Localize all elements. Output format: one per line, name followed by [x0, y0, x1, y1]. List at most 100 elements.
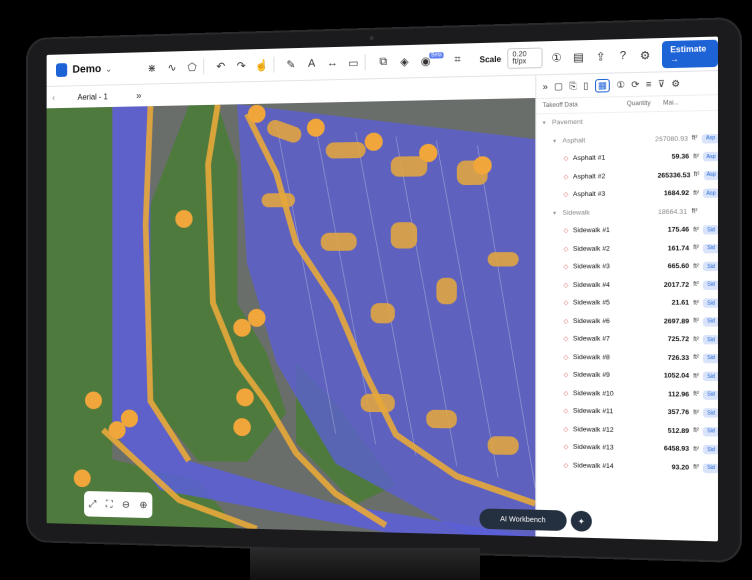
row-quantity: 265336.53 — [657, 171, 691, 180]
row-tag[interactable]: Sid — [703, 390, 718, 400]
link-icon[interactable]: ⎘ — [569, 80, 577, 92]
ai-sparkle-icon[interactable]: ✦ — [570, 510, 592, 532]
row-tag[interactable]: Sid — [703, 463, 718, 474]
undo-icon[interactable]: ↶ — [214, 57, 229, 75]
takeoff-item-row[interactable]: ◇ Sidewalk #10 112.96 ft² Sid — [536, 384, 718, 404]
takeoff-item-row[interactable]: ◇ Sidewalk #5 21.61 ft² Sid — [536, 294, 718, 312]
takeoff-item-row[interactable]: ◇ Sidewalk #6 2697.89 ft² Sid — [536, 312, 718, 331]
row-name: ◇ Sidewalk #6 — [563, 318, 659, 326]
help-icon[interactable]: ? — [615, 46, 631, 65]
takeoff-item-row[interactable]: ◇ Asphalt #3 1684.92 ft² Asp — [536, 184, 718, 204]
fit-icon[interactable]: ⤢ — [89, 498, 97, 509]
row-tag[interactable]: Sid — [703, 243, 718, 254]
pointer-icon[interactable]: ☝ — [254, 56, 269, 74]
polygon-icon[interactable]: ⬠ — [185, 58, 199, 76]
row-name: ◇ Sidewalk #7 — [563, 336, 659, 344]
app-logo-icon[interactable] — [55, 63, 67, 78]
row-tag[interactable]: Sid — [703, 298, 718, 309]
divider — [272, 56, 274, 73]
table-view-icon[interactable]: ▦ — [594, 78, 611, 93]
row-tag[interactable]: Sid — [703, 316, 718, 327]
row-quantity: 2697.89 — [663, 317, 690, 326]
chevron-down-icon[interactable]: ⌄ — [105, 63, 112, 74]
row-tag[interactable]: Sid — [703, 353, 718, 364]
row-unit: ft² — [691, 135, 698, 142]
layers-icon[interactable]: ◈ — [397, 52, 412, 71]
takeoff-item-row[interactable]: ◇ Sidewalk #3 665.60 ft² Sid — [536, 258, 718, 277]
pencil-icon[interactable]: ✎ — [284, 55, 299, 73]
scale-value[interactable]: 0.20 ft/px — [507, 47, 543, 69]
row-tag[interactable]: Sid — [703, 445, 718, 455]
takeoff-item-row[interactable]: ◇ Sidewalk #8 726.33 ft² Sid — [536, 348, 718, 368]
project-name[interactable]: Demo — [72, 63, 101, 75]
row-tag[interactable]: Sid — [703, 225, 718, 235]
share-icon[interactable]: ⇪ — [593, 47, 609, 66]
refresh-icon[interactable]: ⟳ — [631, 79, 639, 91]
zoom-in-icon[interactable]: ⊕ — [139, 500, 147, 511]
takeoff-item-row[interactable]: ◇ Sidewalk #2 161.74 ft² Sid — [536, 239, 718, 258]
rectangle-icon[interactable]: ▭ — [346, 53, 361, 71]
count-icon[interactable]: ① — [549, 48, 565, 67]
fullscreen-icon[interactable]: ⛶ — [106, 499, 113, 510]
folder-icon[interactable]: ▢ — [554, 80, 563, 92]
row-unit: ft² — [693, 355, 699, 362]
divider — [364, 54, 366, 71]
row-tag[interactable] — [693, 115, 710, 125]
takeoff-group-row[interactable]: ▾ Sidewalk 18664.31 ft² — [536, 203, 718, 223]
redo-icon[interactable]: ↷ — [234, 56, 249, 74]
row-name: ◇ Sidewalk #3 — [563, 263, 659, 270]
row-tag[interactable]: Asp — [703, 170, 718, 180]
shape-icon: ◇ — [563, 174, 569, 181]
row-tag[interactable]: Asp — [702, 133, 718, 144]
takeoff-item-row[interactable]: ◇ Sidewalk #7 725.72 ft² Sid — [536, 330, 718, 349]
takeoff-item-row[interactable]: ◇ Asphalt #2 265336.53 ft² Asp — [536, 166, 718, 186]
takeoff-item-row[interactable]: ◇ Sidewalk #1 175.46 ft² Sid — [536, 221, 718, 240]
file-icon[interactable]: ▯ — [583, 80, 588, 91]
col-more-header[interactable]: Mai... — [663, 100, 679, 107]
settings-icon[interactable]: ⚙ — [671, 78, 680, 90]
row-tag[interactable]: Sid — [703, 335, 718, 345]
ai-workbench-button[interactable]: AI Workbench — [479, 508, 567, 532]
map-canvas[interactable] — [46, 97, 536, 537]
copy-icon[interactable]: ⧉ — [376, 53, 391, 72]
text-icon[interactable]: A — [304, 54, 319, 72]
measure-icon[interactable]: ↔ — [325, 54, 340, 72]
row-label: Sidewalk — [562, 209, 590, 217]
takeoff-item-row[interactable]: ◇ Asphalt #1 59.36 ft² Asp — [536, 148, 718, 169]
row-tag[interactable]: Sid — [703, 408, 718, 419]
crop-icon[interactable]: ⌗ — [450, 51, 465, 70]
sheet-name[interactable]: Aerial - 1 — [78, 92, 108, 101]
book-icon[interactable]: ▤ — [571, 47, 587, 66]
settings-icon[interactable]: ⚙ — [637, 46, 653, 65]
expand-icon[interactable]: » — [136, 90, 141, 101]
row-quantity: 1052.04 — [663, 372, 690, 381]
row-quantity: 357.76 — [667, 409, 690, 417]
row-tag[interactable]: Sid — [703, 261, 718, 272]
count-icon[interactable]: ① — [616, 79, 625, 91]
row-tag[interactable] — [702, 207, 718, 217]
select-icon[interactable]: ⋇ — [145, 59, 159, 77]
collapse-icon[interactable]: » — [543, 81, 548, 91]
row-tag[interactable]: Asp — [703, 151, 718, 162]
shape-icon: ◇ — [563, 462, 569, 470]
col-name-header[interactable]: Takeoff Data — [543, 101, 627, 109]
estimate-button[interactable]: Estimate → — [661, 39, 718, 69]
row-label: Asphalt #2 — [572, 172, 606, 181]
polyline-icon[interactable]: ∿ — [165, 58, 179, 76]
prev-sheet-icon[interactable]: ‹ — [52, 93, 55, 103]
filter-icon[interactable]: ⊽ — [658, 78, 665, 90]
takeoff-item-row[interactable]: ◇ Sidewalk #9 1052.04 ft² Sid — [536, 366, 718, 386]
row-tag[interactable]: Asp — [703, 188, 718, 199]
row-tag[interactable]: Sid — [703, 426, 718, 437]
list-icon[interactable]: ≡ — [646, 79, 652, 90]
takeoff-item-row[interactable]: ◇ Sidewalk #14 93.20 ft² Sid — [536, 456, 718, 478]
col-qty-header[interactable]: Quantity — [627, 100, 663, 108]
zoom-out-icon[interactable]: ⊖ — [122, 499, 130, 510]
row-tag[interactable]: Sid — [703, 280, 718, 290]
row-tag[interactable]: Sid — [703, 371, 718, 382]
row-unit: ft² — [693, 263, 699, 270]
shape-icon: ◇ — [563, 390, 569, 397]
row-label: Sidewalk #6 — [572, 317, 610, 325]
takeoff-item-row[interactable]: ◇ Sidewalk #4 2017.72 ft² Sid — [536, 276, 718, 294]
row-unit: ft² — [693, 391, 699, 398]
